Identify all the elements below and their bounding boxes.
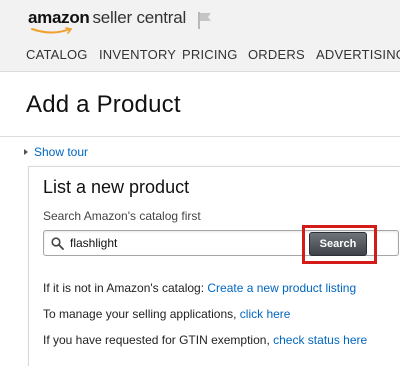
show-tour-label: Show tour — [34, 145, 89, 159]
nav-pricing[interactable]: PRICING — [182, 47, 238, 62]
check-status-link[interactable]: check status here — [273, 333, 367, 347]
nav-inventory[interactable]: INVENTORY — [99, 47, 176, 62]
flag-icon[interactable] — [196, 10, 214, 30]
amazon-smile-icon — [31, 27, 73, 34]
catalog-missing-line: If it is not in Amazon's catalog: Create… — [43, 281, 356, 295]
logo-brand: amazon — [28, 8, 90, 27]
search-button-highlight: Search — [302, 225, 377, 264]
search-input[interactable] — [70, 234, 290, 252]
search-icon — [51, 237, 64, 250]
divider — [0, 136, 400, 137]
manage-applications-line: To manage your selling applications, cli… — [43, 307, 290, 321]
logo-product: seller central — [92, 8, 187, 27]
caret-right-icon — [24, 149, 28, 155]
click-here-link[interactable]: click here — [240, 307, 291, 321]
line-text: To manage your selling applications, — [43, 307, 237, 321]
top-header: amazon seller central CATALOG INVENTORY … — [0, 0, 400, 72]
nav-catalog[interactable]: CATALOG — [26, 47, 88, 62]
seller-central-logo[interactable]: amazon seller central — [28, 8, 186, 28]
show-tour-link[interactable]: Show tour — [24, 145, 88, 159]
line-text: If you have requested for GTIN exemption… — [43, 333, 270, 347]
search-button[interactable]: Search — [309, 232, 367, 256]
gtin-exemption-line: If you have requested for GTIN exemption… — [43, 333, 367, 347]
line-text: If it is not in Amazon's catalog: — [43, 281, 205, 295]
card-subtitle: Search Amazon's catalog first — [43, 209, 201, 223]
list-new-product-card: List a new product Search Amazon's catal… — [28, 166, 400, 366]
page-title: Add a Product — [26, 91, 181, 118]
create-listing-link[interactable]: Create a new product listing — [207, 281, 356, 295]
card-title: List a new product — [43, 177, 190, 197]
nav-orders[interactable]: ORDERS — [248, 47, 305, 62]
nav-advertising[interactable]: ADVERTISING — [316, 47, 400, 62]
main-nav: CATALOG INVENTORY PRICING ORDERS ADVERTI… — [0, 44, 400, 70]
